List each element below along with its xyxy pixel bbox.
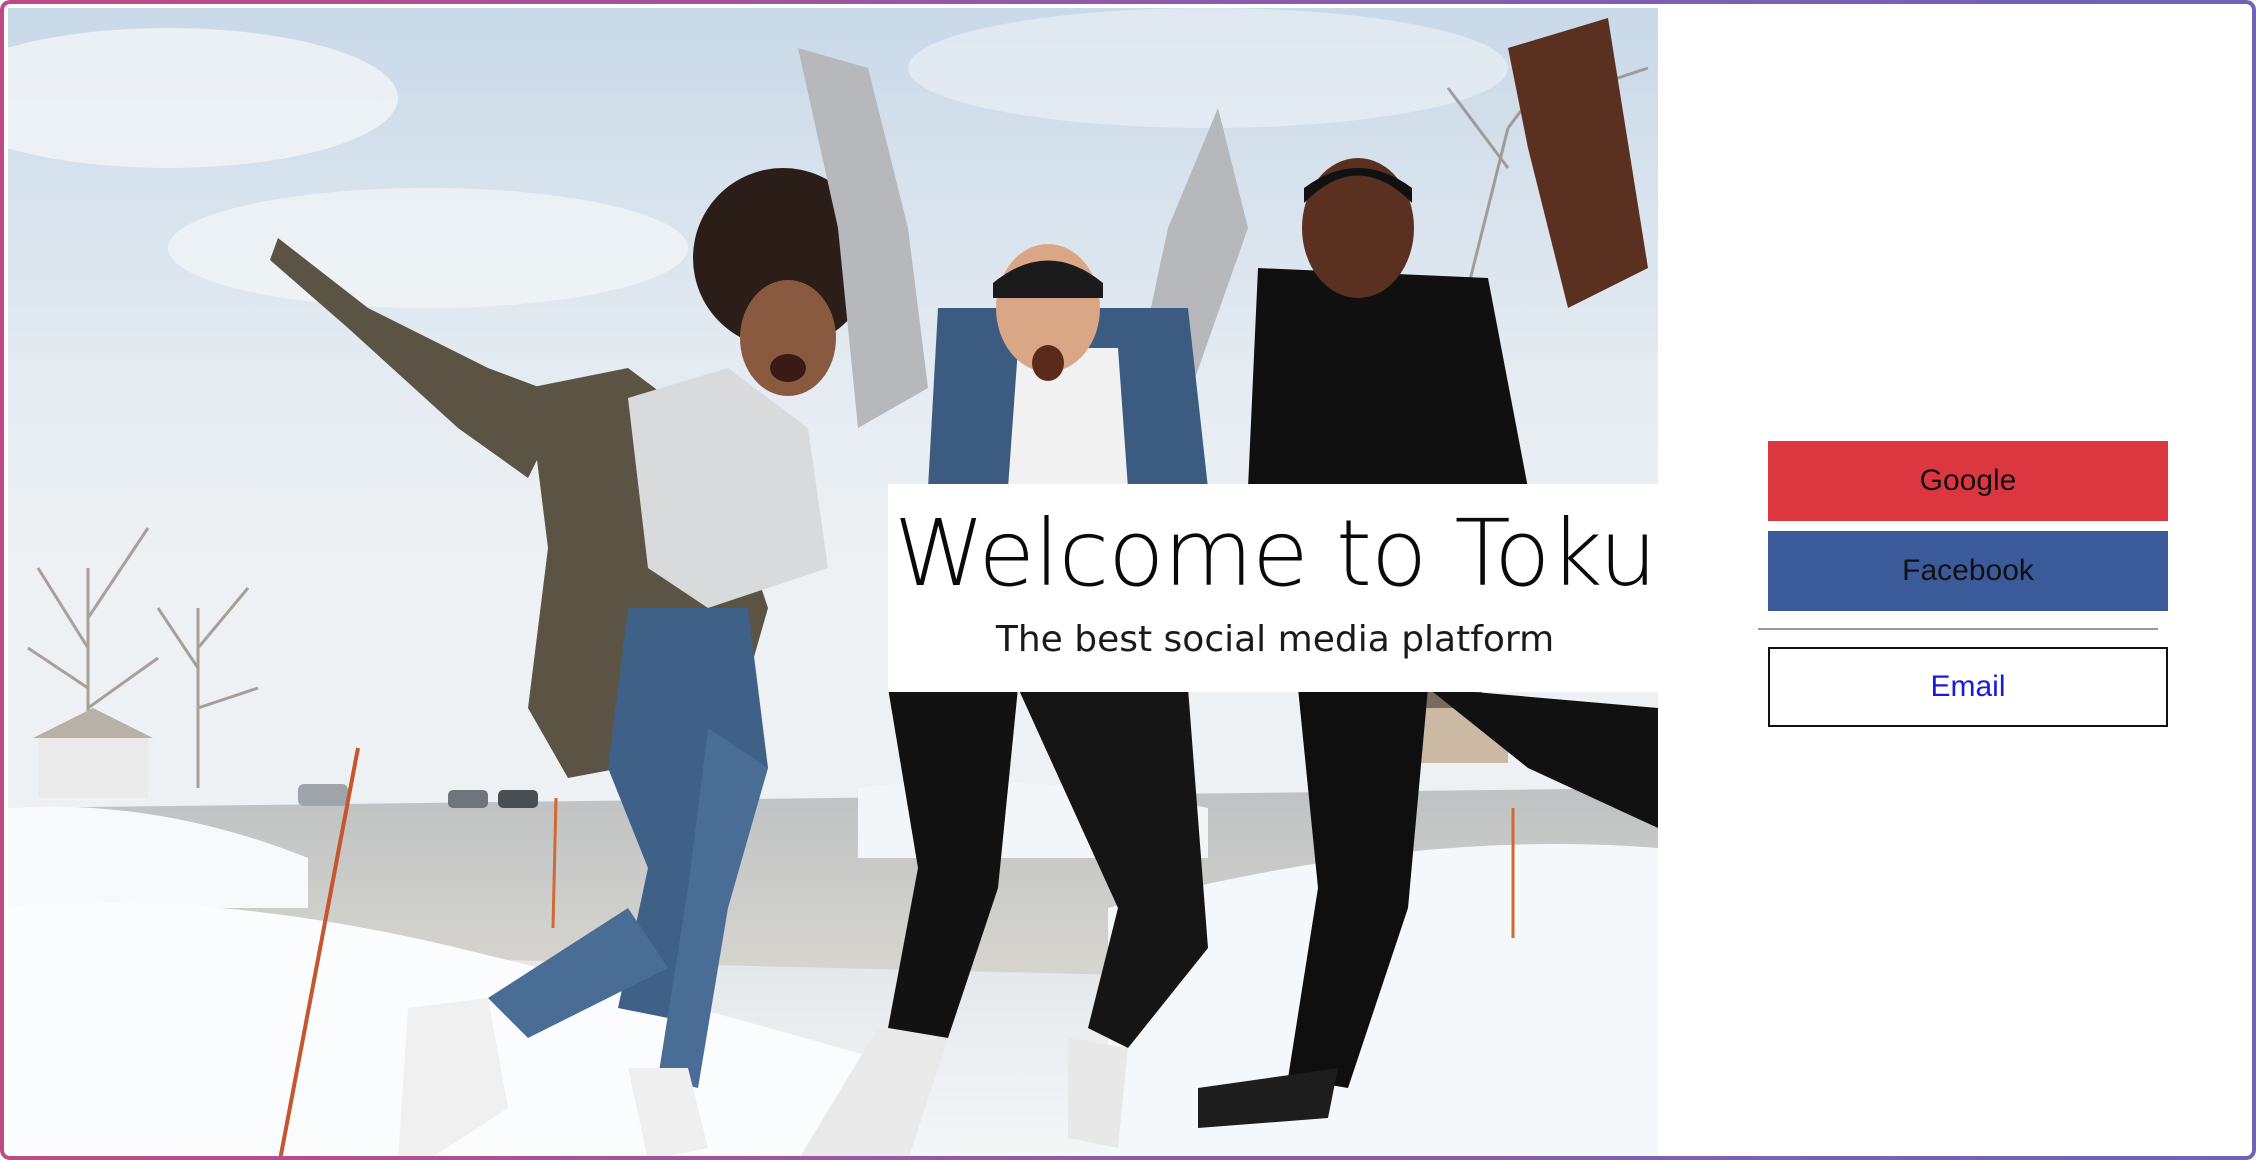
email-login-button[interactable]: Email — [1768, 647, 2168, 727]
page-subtitle: The best social media platform — [995, 619, 1555, 660]
facebook-login-button[interactable]: Facebook — [1768, 531, 2168, 611]
app-window: Welcome to Toku The best social media pl… — [0, 0, 2256, 1160]
login-options-panel: Google Facebook Email — [1758, 441, 2168, 727]
divider — [1758, 628, 2158, 630]
welcome-card: Welcome to Toku The best social media pl… — [888, 484, 1658, 692]
google-login-button[interactable]: Google — [1768, 441, 2168, 521]
hero-photo: Welcome to Toku The best social media pl… — [8, 8, 1658, 1156]
page-title: Welcome to Toku — [893, 500, 1657, 607]
